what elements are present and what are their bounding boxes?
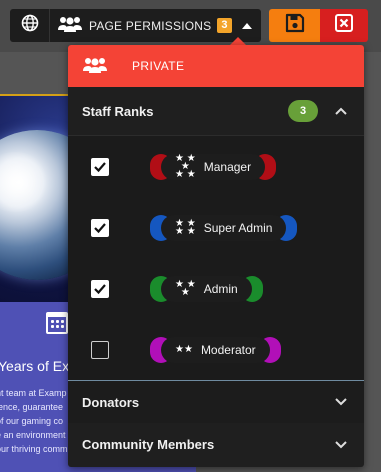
section-title: Staff Ranks xyxy=(82,103,154,119)
rank-badge: ★ ★ ★ ★ ★ Manager xyxy=(150,152,277,180)
section-title: Community Members xyxy=(82,437,215,452)
page-toolbar: PAGE PERMISSIONS 3 xyxy=(10,9,261,42)
chevron-down-icon[interactable] xyxy=(334,395,348,409)
rank-checkbox[interactable] xyxy=(91,340,109,359)
rank-list: ★ ★ ★ ★ ★ Manager ★ ★ ★ ★ Super Admin ★ … xyxy=(68,136,364,380)
permissions-dropdown: PRIVATE Staff Ranks 3 ★ ★★★ ★ Manager xyxy=(68,45,364,467)
section-title: Donators xyxy=(82,394,140,410)
rank-row-moderator[interactable]: ★★ Moderator xyxy=(68,319,364,380)
permissions-count-badge: 3 xyxy=(217,18,232,33)
rank-badge: ★★ Moderator xyxy=(150,336,281,363)
rank-badge: ★ ★ ★ Admin xyxy=(150,275,263,302)
private-option[interactable]: PRIVATE xyxy=(68,45,364,87)
caret-up-icon xyxy=(241,22,252,29)
save-button[interactable] xyxy=(269,9,320,42)
check-icon xyxy=(94,283,106,294)
rank-name: Manager xyxy=(203,159,252,174)
section-header-donators[interactable]: Donators xyxy=(68,380,364,423)
chevron-up-icon[interactable] xyxy=(334,104,348,118)
rank-count-badge: 3 xyxy=(288,100,318,122)
rank-checkbox[interactable] xyxy=(91,279,109,298)
chevron-down-icon[interactable] xyxy=(334,438,348,452)
globe-icon xyxy=(21,14,39,37)
rank-row-manager[interactable]: ★ ★ ★ ★ ★ Manager xyxy=(68,136,364,197)
check-icon xyxy=(94,161,106,172)
check-icon xyxy=(94,222,106,233)
close-button[interactable] xyxy=(320,9,368,42)
calendar-icon xyxy=(46,312,68,334)
three-stars-icon: ★ ★ ★ xyxy=(175,278,196,298)
floppy-disk-icon xyxy=(285,13,305,38)
feature-line: nt team at Examp xyxy=(0,388,67,398)
feature-headline: Years of Exp xyxy=(0,358,77,374)
section-header-community-members[interactable]: Community Members xyxy=(68,423,364,466)
users-icon xyxy=(57,15,83,36)
rank-name: Super Admin xyxy=(203,220,273,235)
rank-name: Moderator xyxy=(200,342,256,357)
globe-button[interactable] xyxy=(10,9,50,42)
feature-line: of our gaming co xyxy=(0,416,64,426)
section-header-staff-ranks[interactable]: Staff Ranks 3 xyxy=(68,87,364,136)
feature-description: nt team at Examp ience, guarantee of our… xyxy=(0,386,68,456)
rank-row-super-admin[interactable]: ★ ★ ★ ★ Super Admin xyxy=(68,197,364,258)
rank-name: Admin xyxy=(203,281,238,296)
rank-checkbox[interactable] xyxy=(91,157,109,176)
feature-line: our thriving comm xyxy=(0,444,68,454)
page-permissions-toggle[interactable]: PAGE PERMISSIONS 3 xyxy=(50,9,252,42)
users-icon xyxy=(82,56,108,77)
close-square-icon xyxy=(334,13,354,38)
rank-badge: ★ ★ ★ ★ Super Admin xyxy=(150,214,298,241)
feature-line: ience, guarantee xyxy=(0,402,64,412)
feature-line: e an environment xyxy=(0,430,66,440)
private-label: PRIVATE xyxy=(132,59,185,73)
four-stars-icon: ★ ★ ★ ★ xyxy=(175,217,196,237)
rank-checkbox[interactable] xyxy=(91,218,109,237)
two-stars-icon: ★★ xyxy=(175,343,193,355)
page-permissions-label: PAGE PERMISSIONS xyxy=(89,18,212,33)
five-stars-icon: ★ ★ ★ ★ ★ xyxy=(175,152,196,180)
rank-row-admin[interactable]: ★ ★ ★ Admin xyxy=(68,258,364,319)
